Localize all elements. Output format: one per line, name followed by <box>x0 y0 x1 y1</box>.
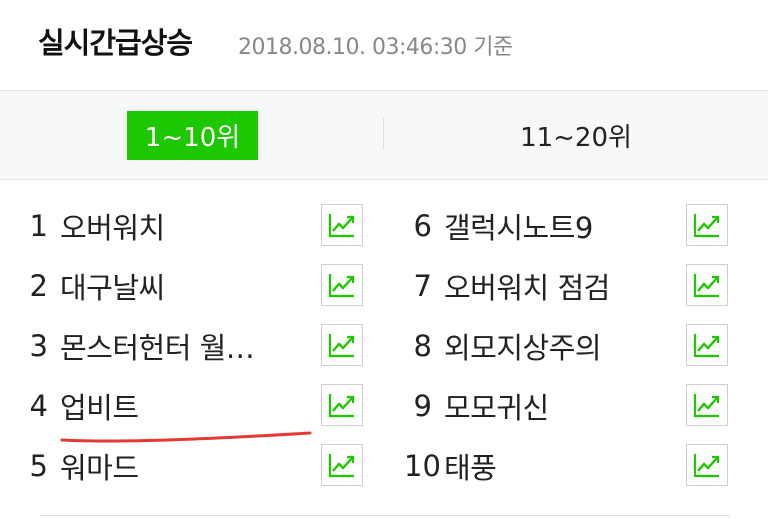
rank-tabs: 1~10위 11~20위 <box>0 90 768 180</box>
rank-number: 6 <box>413 209 432 243</box>
trend-chart-icon <box>693 394 720 418</box>
header: 실시간급상승 2018.08.10. 03:46:30 기준 <box>0 0 768 90</box>
keyword-item[interactable]: 1 오버워치 <box>20 196 360 256</box>
keyword-text: 태풍 <box>444 451 497 485</box>
red-underline-annotation <box>60 431 312 443</box>
bottom-divider <box>40 515 730 516</box>
rank-number: 8 <box>413 329 432 363</box>
trend-button[interactable] <box>321 444 363 486</box>
trend-chart-icon <box>693 454 720 478</box>
trend-chart-icon <box>328 394 355 418</box>
tab-rank-1-10[interactable]: 1~10위 <box>0 91 384 179</box>
trend-chart-icon <box>328 214 355 238</box>
keyword-text: 몬스터헌터 월… <box>60 331 255 365</box>
rank-number: 1 <box>29 209 48 243</box>
trend-chart-icon <box>693 334 720 358</box>
keyword-text: 오버워치 점검 <box>444 271 610 305</box>
trend-button[interactable] <box>686 264 728 306</box>
rank-number: 7 <box>413 269 432 303</box>
rank-number: 2 <box>29 269 48 303</box>
trend-button[interactable] <box>686 204 728 246</box>
keyword-text: 업비트 <box>60 391 139 425</box>
trend-button[interactable] <box>321 324 363 366</box>
tab-label: 1~10위 <box>126 110 259 160</box>
trend-chart-icon <box>693 214 720 238</box>
keyword-text: 대구날씨 <box>60 271 165 305</box>
rank-number: 5 <box>29 449 48 483</box>
trend-chart-icon <box>328 274 355 298</box>
keyword-text: 워마드 <box>60 451 139 485</box>
trend-chart-icon <box>328 334 355 358</box>
keyword-item[interactable]: 2 대구날씨 <box>20 256 360 316</box>
trend-chart-icon <box>693 274 720 298</box>
tab-rank-11-20[interactable]: 11~20위 <box>384 91 768 179</box>
timestamp: 2018.08.10. 03:46:30 기준 <box>238 35 513 60</box>
rank-number: 10 <box>404 449 441 483</box>
trend-chart-icon <box>328 454 355 478</box>
trend-button[interactable] <box>321 384 363 426</box>
keyword-text: 갤럭시노트9 <box>444 211 593 245</box>
trend-button[interactable] <box>686 384 728 426</box>
trend-button[interactable] <box>321 264 363 306</box>
rank-number: 9 <box>413 389 432 423</box>
rank-number: 3 <box>29 329 48 363</box>
keyword-item[interactable]: 3 몬스터헌터 월… <box>20 316 360 376</box>
trend-button[interactable] <box>686 324 728 366</box>
trend-button[interactable] <box>321 204 363 246</box>
keyword-text: 오버워치 <box>60 211 165 245</box>
trend-button[interactable] <box>686 444 728 486</box>
tab-label: 11~20위 <box>520 122 632 153</box>
page-title: 실시간급상승 <box>38 26 193 60</box>
keyword-text: 모모귀신 <box>444 391 549 425</box>
keyword-text: 외모지상주의 <box>444 331 602 365</box>
rank-number: 4 <box>29 389 48 423</box>
